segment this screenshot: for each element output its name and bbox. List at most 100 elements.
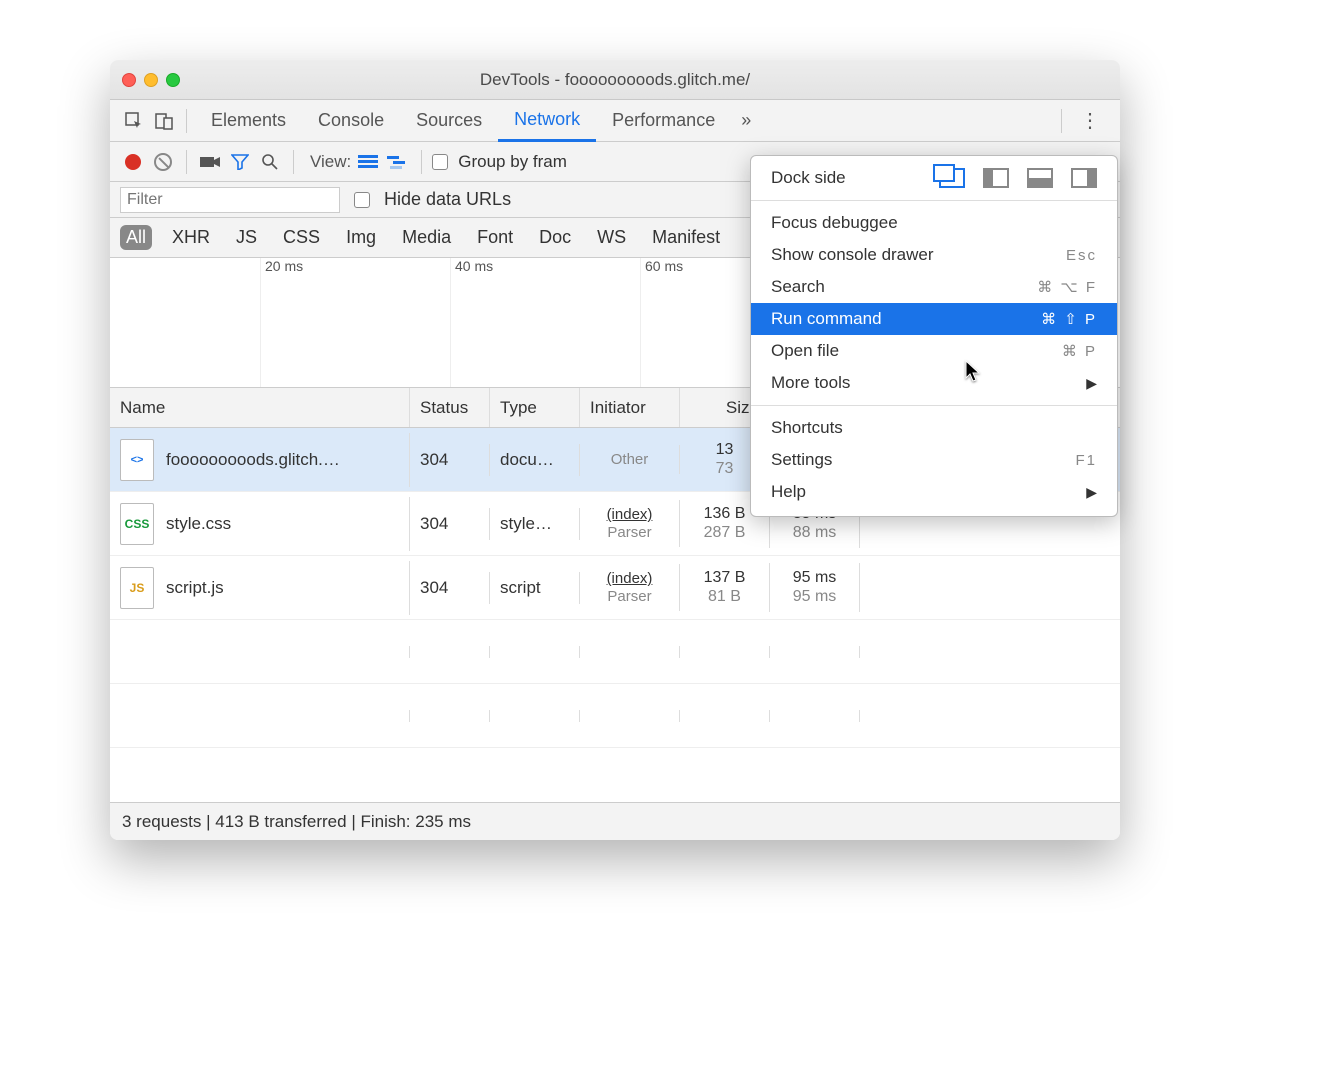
- cell-status: 304: [410, 572, 490, 604]
- dock-bottom-icon[interactable]: [1027, 168, 1053, 188]
- cell-type: script: [490, 572, 580, 604]
- table-row[interactable]: JS script.js 304script(index)Parser137 B81…: [110, 556, 1120, 620]
- hide-data-urls-label: Hide data URLs: [384, 189, 511, 210]
- cell-waterfall: [860, 518, 1120, 530]
- shortcut-label: ⌘ ⌥ F: [1037, 278, 1097, 296]
- window-title: DevTools - fooooooooods.glitch.me/: [110, 70, 1120, 90]
- menu-item-help[interactable]: Help▶: [751, 476, 1117, 508]
- filter-manifest[interactable]: Manifest: [646, 225, 726, 250]
- clear-button[interactable]: [150, 149, 176, 175]
- main-menu-popup: Dock side Focus debuggee Show console dra…: [750, 155, 1118, 517]
- screenshot-button[interactable]: [197, 149, 223, 175]
- dock-undock-icon[interactable]: [939, 168, 965, 188]
- cell-size: 137 B81 B: [680, 563, 770, 612]
- dock-side-label: Dock side: [771, 168, 846, 188]
- status-summary: 3 requests | 413 B transferred | Finish:…: [122, 812, 471, 832]
- table-row-empty: [110, 620, 1120, 684]
- hide-data-urls-checkbox[interactable]: [354, 192, 370, 208]
- menu-separator: [751, 405, 1117, 406]
- group-by-frame-checkbox[interactable]: [432, 154, 448, 170]
- tab-performance[interactable]: Performance: [596, 100, 731, 142]
- filter-css[interactable]: CSS: [277, 225, 326, 250]
- main-tabs-row: ElementsConsoleSourcesNetworkPerformance…: [110, 100, 1120, 142]
- filter-all[interactable]: All: [120, 225, 152, 250]
- file-js-icon: JS: [120, 567, 154, 609]
- filter-js[interactable]: JS: [230, 225, 263, 250]
- timeline-tick: 60 ms: [640, 258, 683, 387]
- cell-name: JS script.js: [110, 561, 410, 615]
- cell-name: <>fooooooooods.glitch.…: [110, 433, 410, 487]
- filter-doc[interactable]: Doc: [533, 225, 577, 250]
- menu-item-label: Shortcuts: [771, 418, 843, 438]
- cell-initiator: (index)Parser: [580, 500, 680, 547]
- menu-item-label: Show console drawer: [771, 245, 934, 265]
- menu-item-search[interactable]: Search ⌘ ⌥ F: [751, 271, 1117, 303]
- large-rows-button[interactable]: [355, 149, 381, 175]
- dock-left-icon[interactable]: [983, 168, 1009, 188]
- view-label: View:: [310, 152, 351, 172]
- tab-console[interactable]: Console: [302, 100, 400, 142]
- kebab-menu-button[interactable]: ⋮: [1070, 108, 1110, 133]
- menu-item-open-file[interactable]: Open file ⌘ P: [751, 335, 1117, 367]
- menu-item-label: Open file: [771, 341, 839, 361]
- search-button[interactable]: [257, 149, 283, 175]
- table-row-empty: [110, 684, 1120, 748]
- cell-type: docu…: [490, 444, 580, 476]
- dock-side-row: Dock side: [751, 162, 1117, 194]
- cell-type: style…: [490, 508, 580, 540]
- tab-network[interactable]: Network: [498, 100, 596, 142]
- filter-input[interactable]: [120, 187, 340, 213]
- timeline-tick: 20 ms: [260, 258, 303, 387]
- filter-font[interactable]: Font: [471, 225, 519, 250]
- tab-sources[interactable]: Sources: [400, 100, 498, 142]
- filter-ws[interactable]: WS: [591, 225, 632, 250]
- cursor-icon: [965, 360, 983, 390]
- col-status-header[interactable]: Status: [410, 388, 490, 427]
- submenu-arrow-icon: ▶: [1086, 375, 1097, 392]
- shortcut-label: F1: [1075, 452, 1097, 469]
- filter-toggle-button[interactable]: [227, 149, 253, 175]
- separator: [421, 150, 422, 174]
- group-by-frame-label: Group by fram: [458, 152, 567, 172]
- dock-right-icon[interactable]: [1071, 168, 1097, 188]
- shortcut-label: ⌘ ⇧ P: [1041, 310, 1097, 328]
- menu-item-show-console-drawer[interactable]: Show console drawerEsc: [751, 239, 1117, 271]
- separator: [293, 150, 294, 174]
- device-toggle-button[interactable]: [150, 107, 178, 135]
- menu-item-more-tools[interactable]: More tools▶: [751, 367, 1117, 399]
- titlebar: DevTools - fooooooooods.glitch.me/: [110, 60, 1120, 100]
- filter-img[interactable]: Img: [340, 225, 382, 250]
- file-name: script.js: [166, 578, 224, 598]
- inspect-element-button[interactable]: [120, 107, 148, 135]
- menu-item-label: Run command: [771, 309, 882, 329]
- cell-time: 95 ms95 ms: [770, 563, 860, 612]
- cell-status: 304: [410, 508, 490, 540]
- cell-status: 304: [410, 444, 490, 476]
- tab-elements[interactable]: Elements: [195, 100, 302, 142]
- tabs-overflow-button[interactable]: »: [733, 110, 759, 131]
- separator: [1061, 109, 1062, 133]
- filter-xhr[interactable]: XHR: [166, 225, 216, 250]
- separator: [186, 150, 187, 174]
- menu-item-run-command[interactable]: Run command ⌘ ⇧ P: [751, 303, 1117, 335]
- timeline-tick: 40 ms: [450, 258, 493, 387]
- waterfall-view-button[interactable]: [385, 149, 411, 175]
- col-name-header[interactable]: Name: [110, 388, 410, 427]
- menu-item-focus-debuggee[interactable]: Focus debuggee: [751, 207, 1117, 239]
- shortcut-label: ⌘ P: [1062, 342, 1097, 360]
- separator: [186, 109, 187, 133]
- record-button[interactable]: [120, 149, 146, 175]
- menu-item-label: Search: [771, 277, 825, 297]
- file-html-icon: <>: [120, 439, 154, 481]
- cell-initiator: Other: [580, 445, 680, 474]
- menu-item-label: Help: [771, 482, 806, 502]
- filter-media[interactable]: Media: [396, 225, 457, 250]
- menu-separator: [751, 200, 1117, 201]
- menu-item-shortcuts[interactable]: Shortcuts: [751, 412, 1117, 444]
- menu-item-label: Focus debuggee: [771, 213, 898, 233]
- cell-name: CSSstyle.css: [110, 497, 410, 551]
- menu-item-settings[interactable]: SettingsF1: [751, 444, 1117, 476]
- col-type-header[interactable]: Type: [490, 388, 580, 427]
- cell-initiator: (index)Parser: [580, 564, 680, 611]
- col-initiator-header[interactable]: Initiator: [580, 388, 680, 427]
